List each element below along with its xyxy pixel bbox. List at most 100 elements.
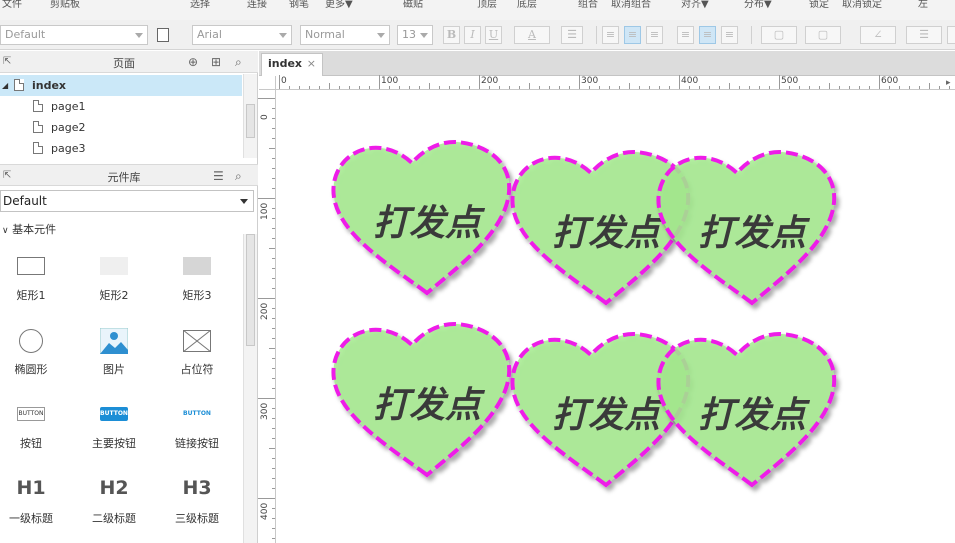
ribbon-group[interactable]: 组合 [578, 0, 598, 10]
ribbon-lock[interactable]: 锁定 [809, 0, 829, 10]
search-icon[interactable]: ⌕ [235, 169, 242, 183]
widget-h3[interactable]: H3 三级标题 [167, 477, 227, 525]
heart-label: 打发点 [698, 213, 811, 254]
widget-label: 一级标题 [9, 512, 53, 525]
page-item-page3[interactable]: page3 [0, 138, 242, 159]
heart-shape[interactable]: 打发点 [331, 321, 512, 477]
scroll-thumb[interactable] [246, 234, 255, 346]
ribbon-select[interactable]: 选择 [190, 0, 210, 10]
add-page-icon[interactable]: ⊕ [188, 55, 198, 69]
scroll-thumb[interactable] [246, 104, 255, 138]
ribbon-distribute[interactable]: 分布▼ [744, 0, 772, 10]
chevron-down-icon: ∨ [2, 226, 9, 236]
chevron-down-icon [279, 33, 287, 38]
underline-button[interactable]: U [485, 26, 502, 44]
widget-primary-button[interactable]: BUTTON 主要按钮 [84, 403, 144, 450]
page-icon [33, 100, 43, 112]
widget-link-button[interactable]: BUTTON 链接按钮 [167, 403, 227, 450]
heart-shape[interactable]: 打发点 [331, 139, 512, 295]
search-icon[interactable]: ⌕ [235, 55, 242, 69]
ribbon-bring-front[interactable]: 顶层 [477, 0, 497, 10]
widget-label: 按钮 [20, 437, 42, 450]
page-label: page1 [51, 100, 86, 113]
heart-shape[interactable]: 打发点 [656, 149, 837, 305]
ribbon-left[interactable]: 左 [918, 0, 928, 10]
shadow-button[interactable]: ▢ [805, 26, 841, 44]
font-size-select[interactable]: 13 [397, 25, 433, 45]
page-label: page2 [51, 121, 86, 134]
font-family-select[interactable]: Arial [192, 25, 292, 45]
format-toolbar: Default Arial Normal 13 B I U A ☰ ≡ ≡ ≡ … [0, 20, 955, 50]
font-weight-select[interactable]: Normal [300, 25, 390, 45]
rectangle-gray-icon [183, 257, 211, 275]
widget-h1[interactable]: H1 一级标题 [1, 477, 61, 525]
widget-h2[interactable]: H2 二级标题 [84, 477, 144, 525]
widget-button[interactable]: BUTTON 按钮 [1, 403, 61, 450]
library-select-value: Default [3, 194, 47, 208]
menu-icon[interactable]: ☰ [213, 169, 224, 183]
pages-scrollbar[interactable] [243, 74, 257, 158]
ribbon-pen[interactable]: 钢笔 [289, 0, 309, 10]
more-toolbar-button[interactable] [947, 26, 955, 44]
valign-top-icon[interactable]: ≡ [677, 26, 694, 44]
style-select[interactable]: Default [0, 25, 148, 45]
chevron-down-icon [377, 33, 385, 38]
image-icon [99, 327, 129, 355]
ribbon-align[interactable]: 对齐▼ [681, 0, 709, 10]
line-width-button[interactable]: ☰ [906, 26, 942, 44]
heart-shape[interactable]: 打发点 [656, 331, 837, 487]
page-item-page1[interactable]: page1 [0, 96, 242, 117]
font-family-value: Arial [197, 28, 222, 41]
ribbon: 文件 剪贴板 选择 连接 钢笔 更多▼ 磁贴 顶层 底层 组合 取消组合 对齐▼… [0, 0, 955, 20]
primary-button-icon: BUTTON [100, 407, 128, 421]
toolbar-divider [596, 26, 597, 44]
design-canvas: 打发点 打发点 打发点打发点 打发点 打发点 [331, 139, 837, 487]
page-icon [33, 142, 43, 154]
ribbon-clipboard[interactable]: 剪贴板 [50, 0, 80, 10]
ribbon-snap[interactable]: 磁贴 [403, 0, 423, 10]
valign-middle-icon[interactable]: ≡ [699, 26, 716, 44]
fill-color-button[interactable]: ▢ [761, 26, 797, 44]
heart-shape[interactable]: 打发点 [510, 331, 691, 487]
button-icon: BUTTON [17, 407, 45, 421]
link-button-icon: BUTTON [183, 410, 211, 417]
ribbon-ungroup[interactable]: 取消组合 [611, 0, 651, 10]
widget-placeholder[interactable]: 占位符 [167, 327, 227, 376]
widget-ellipse[interactable]: 椭圆形 [1, 327, 61, 376]
align-left-icon[interactable]: ≡ [602, 26, 619, 44]
tree-expand-icon[interactable]: ◢ [2, 75, 8, 96]
font-color-button[interactable]: A [514, 26, 550, 44]
widget-label: 矩形3 [182, 289, 212, 302]
ribbon-send-back[interactable]: 底层 [517, 0, 537, 10]
style-edit-icon[interactable] [157, 28, 169, 42]
page-item-index[interactable]: ◢ index [0, 75, 242, 96]
page-item-page2[interactable]: page2 [0, 117, 242, 138]
add-folder-icon[interactable]: ⊞ [211, 55, 221, 69]
category-label: 基本元件 [12, 223, 57, 236]
widget-image[interactable]: 图片 [84, 327, 144, 376]
line-color-button[interactable]: ∠ [860, 26, 896, 44]
left-sidebar: ⇱ 页面 ⊕ ⊞ ⌕ ◢ index page1 page2 page3 ⇱ 元… [0, 51, 258, 543]
library-panel-title: 元件库 [107, 171, 141, 184]
page-label: page3 [51, 142, 86, 155]
chevron-down-icon [135, 33, 143, 38]
library-select[interactable]: Default [0, 190, 254, 212]
italic-button[interactable]: I [464, 26, 481, 44]
align-right-icon[interactable]: ≡ [646, 26, 663, 44]
ribbon-file[interactable]: 文件 [2, 0, 22, 10]
heart-shape[interactable]: 打发点 [510, 149, 691, 305]
library-scrollbar[interactable] [243, 234, 257, 543]
list-button[interactable]: ☰ [561, 26, 583, 44]
bold-button[interactable]: B [443, 26, 460, 44]
chevron-down-icon [240, 199, 248, 204]
ribbon-unlock[interactable]: 取消锁定 [842, 0, 882, 10]
widget-rectangle2[interactable]: 矩形2 [84, 253, 144, 302]
ribbon-connect[interactable]: 连接 [247, 0, 267, 10]
align-center-icon[interactable]: ≡ [624, 26, 641, 44]
widget-rectangle3[interactable]: 矩形3 [167, 253, 227, 302]
widget-rectangle1[interactable]: 矩形1 [1, 253, 61, 302]
heart-label: 打发点 [698, 395, 811, 436]
valign-bottom-icon[interactable]: ≡ [721, 26, 738, 44]
ribbon-more[interactable]: 更多▼ [325, 0, 353, 10]
category-header[interactable]: ∨ 基本元件 [2, 221, 56, 237]
